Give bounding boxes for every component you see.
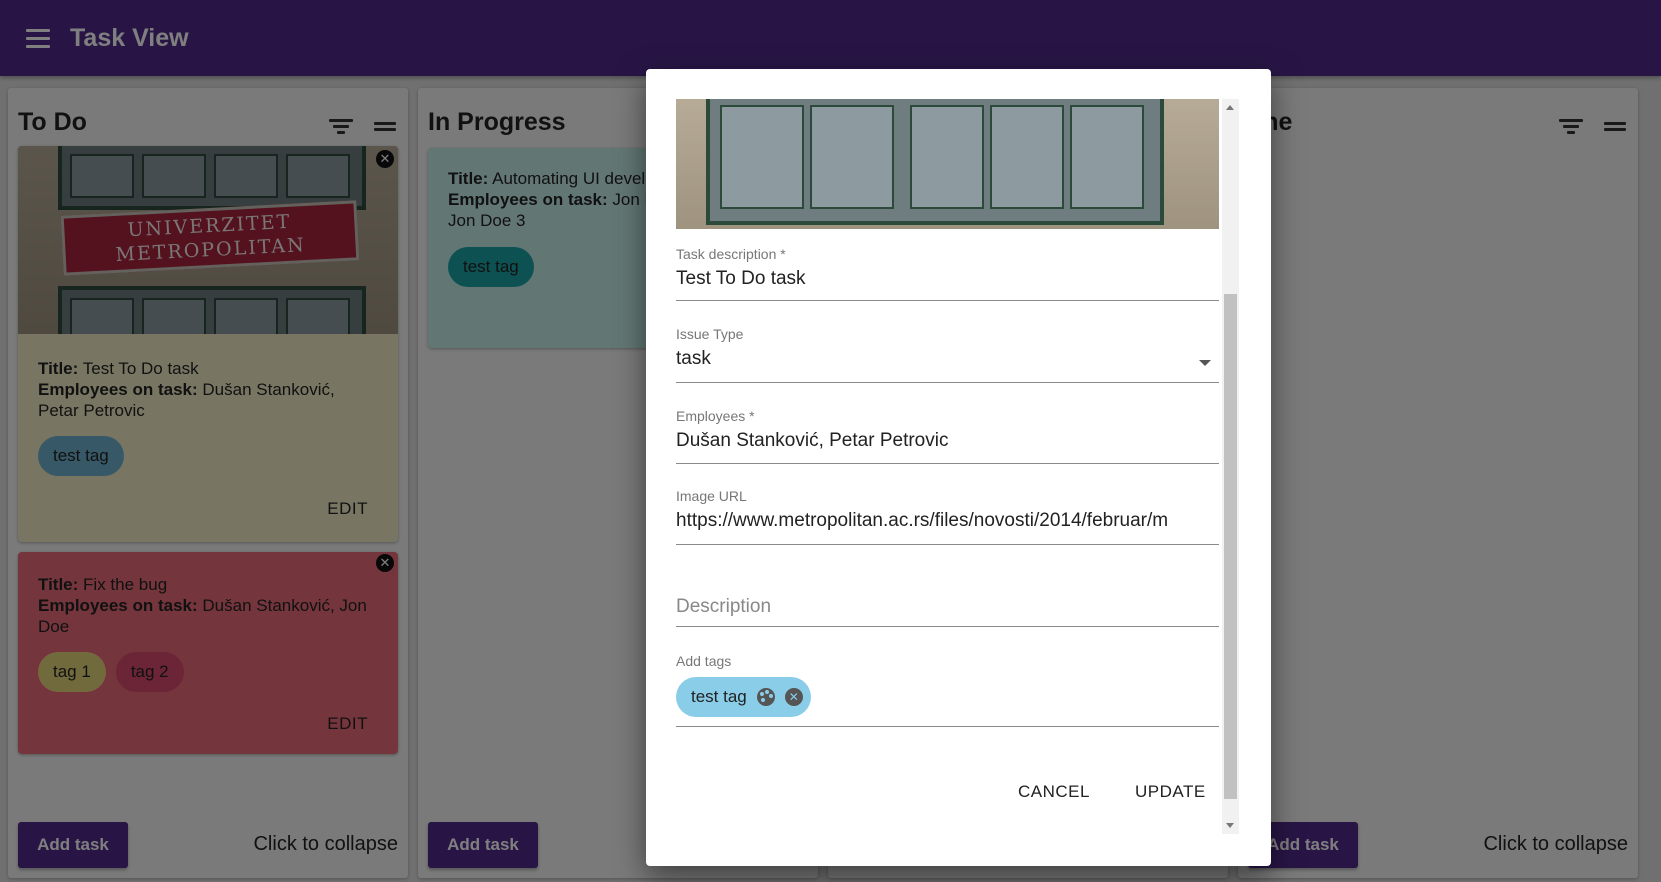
dialog-scrollbar[interactable] (1222, 99, 1239, 834)
update-button[interactable]: UPDATE (1135, 782, 1206, 802)
issue-type-value[interactable]: task (676, 348, 1219, 370)
scrollbar-thumb[interactable] (1224, 294, 1237, 799)
edit-task-dialog: Task description * Test To Do task Issue… (646, 69, 1271, 866)
issue-type-select[interactable]: Issue Type task (676, 326, 1219, 383)
remove-tag-icon[interactable]: ✕ (784, 688, 803, 706)
scroll-down-icon[interactable] (1226, 823, 1234, 828)
image-url-input[interactable]: https://www.metropolitan.ac.rs/files/nov… (676, 510, 1219, 532)
tag-chip[interactable]: test tag ✕ (676, 677, 811, 717)
task-description-field[interactable]: Task description * Test To Do task (676, 246, 1219, 301)
description-field[interactable]: Description (676, 596, 1219, 627)
employees-field[interactable]: Employees * Dušan Stanković, Petar Petro… (676, 408, 1219, 464)
description-input[interactable]: Description (676, 596, 1219, 618)
dropdown-arrow-icon[interactable] (1199, 360, 1211, 366)
employees-input[interactable]: Dušan Stanković, Petar Petrovic (676, 430, 1219, 452)
scroll-up-icon[interactable] (1226, 105, 1234, 110)
palette-icon[interactable] (756, 688, 775, 706)
cancel-button[interactable]: CANCEL (1018, 782, 1090, 802)
image-url-field[interactable]: Image URL https://www.metropolitan.ac.rs… (676, 488, 1219, 545)
task-image-preview (676, 99, 1219, 229)
add-tags-field[interactable]: Add tags test tag ✕ (676, 653, 1219, 727)
task-description-input[interactable]: Test To Do task (676, 268, 1219, 290)
